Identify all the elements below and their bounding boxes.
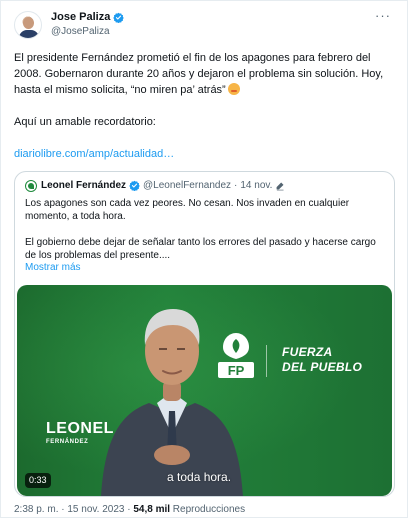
- quoted-separator: ·: [234, 180, 238, 191]
- view-count: 54,8 mil: [133, 504, 171, 515]
- tweet-metadata: 2:38 p. m. · 15 nov. 2023 · 54,8 mil Rep…: [14, 504, 245, 515]
- more-options-icon[interactable]: ···: [375, 9, 391, 22]
- brand-wordmark: FUERZA DEL PUEBLO: [282, 345, 362, 375]
- speaker-figure: [101, 309, 243, 496]
- video-subtitle: a toda hora.: [167, 470, 232, 484]
- tweet-timestamp[interactable]: 2:38 p. m. · 15 nov. 2023 ·: [14, 504, 133, 515]
- quoted-text: Los apagones son cada vez peores. No ces…: [25, 197, 387, 262]
- author-handle[interactable]: @JosePaliza: [51, 26, 110, 37]
- quoted-paragraph-2: El gobierno debe dejar de señalar tanto …: [25, 237, 376, 261]
- quoted-handle[interactable]: @LeonelFernandez: [143, 180, 231, 191]
- brand-line-2: DEL PUEBLO: [282, 360, 363, 374]
- lower-third-first-name: LEONEL: [46, 420, 114, 437]
- avatar[interactable]: [14, 11, 42, 39]
- brand-divider: [266, 345, 267, 377]
- show-more-link[interactable]: Mostrar más: [25, 262, 81, 273]
- brand-line-1: FUERZA: [282, 345, 333, 359]
- fp-logo-text: FP: [228, 363, 245, 378]
- tweet-text: El presidente Fernández prometió el fin …: [14, 50, 396, 98]
- view-count-label: Reproducciones: [170, 504, 246, 515]
- article-link[interactable]: diariolibre.com/amp/actualidad…: [14, 148, 174, 160]
- verified-badge-icon: [113, 12, 125, 23]
- quoted-avatar[interactable]: [25, 180, 37, 192]
- tweet-card: Jose Paliza @JosePaliza ··· El president…: [0, 0, 408, 518]
- author: Jose Paliza: [51, 11, 125, 23]
- author-name[interactable]: Jose Paliza: [51, 11, 110, 23]
- quoted-author-name[interactable]: Leonel Fernández: [41, 180, 126, 191]
- video-player[interactable]: FP FUERZA DEL PUEBLO LEONEL FERNÁNDEZ a …: [17, 285, 392, 496]
- video-duration-badge: 0:33: [25, 473, 51, 488]
- lower-third-last-name: FERNÁNDEZ: [46, 439, 89, 445]
- tweet-body: El presidente Fernández prometió el fin …: [14, 52, 384, 96]
- quoted-date[interactable]: 14 nov.: [240, 180, 272, 191]
- face-emoji-icon: [227, 83, 240, 95]
- quoted-verified-badge-icon: [129, 180, 140, 191]
- fp-party-logo: FP: [218, 333, 254, 378]
- edited-pencil-icon: [277, 182, 284, 190]
- avatar-face: [23, 17, 34, 29]
- quoted-tweet[interactable]: Leonel Fernández @LeonelFernandez · 14 n…: [14, 171, 395, 497]
- tweet-reminder: Aquí un amable recordatorio:: [14, 116, 156, 128]
- avatar-suit: [19, 30, 39, 38]
- quoted-header: Leonel Fernández @LeonelFernandez · 14 n…: [41, 180, 285, 191]
- quoted-paragraph-1: Los apagones son cada vez peores. No ces…: [25, 198, 350, 222]
